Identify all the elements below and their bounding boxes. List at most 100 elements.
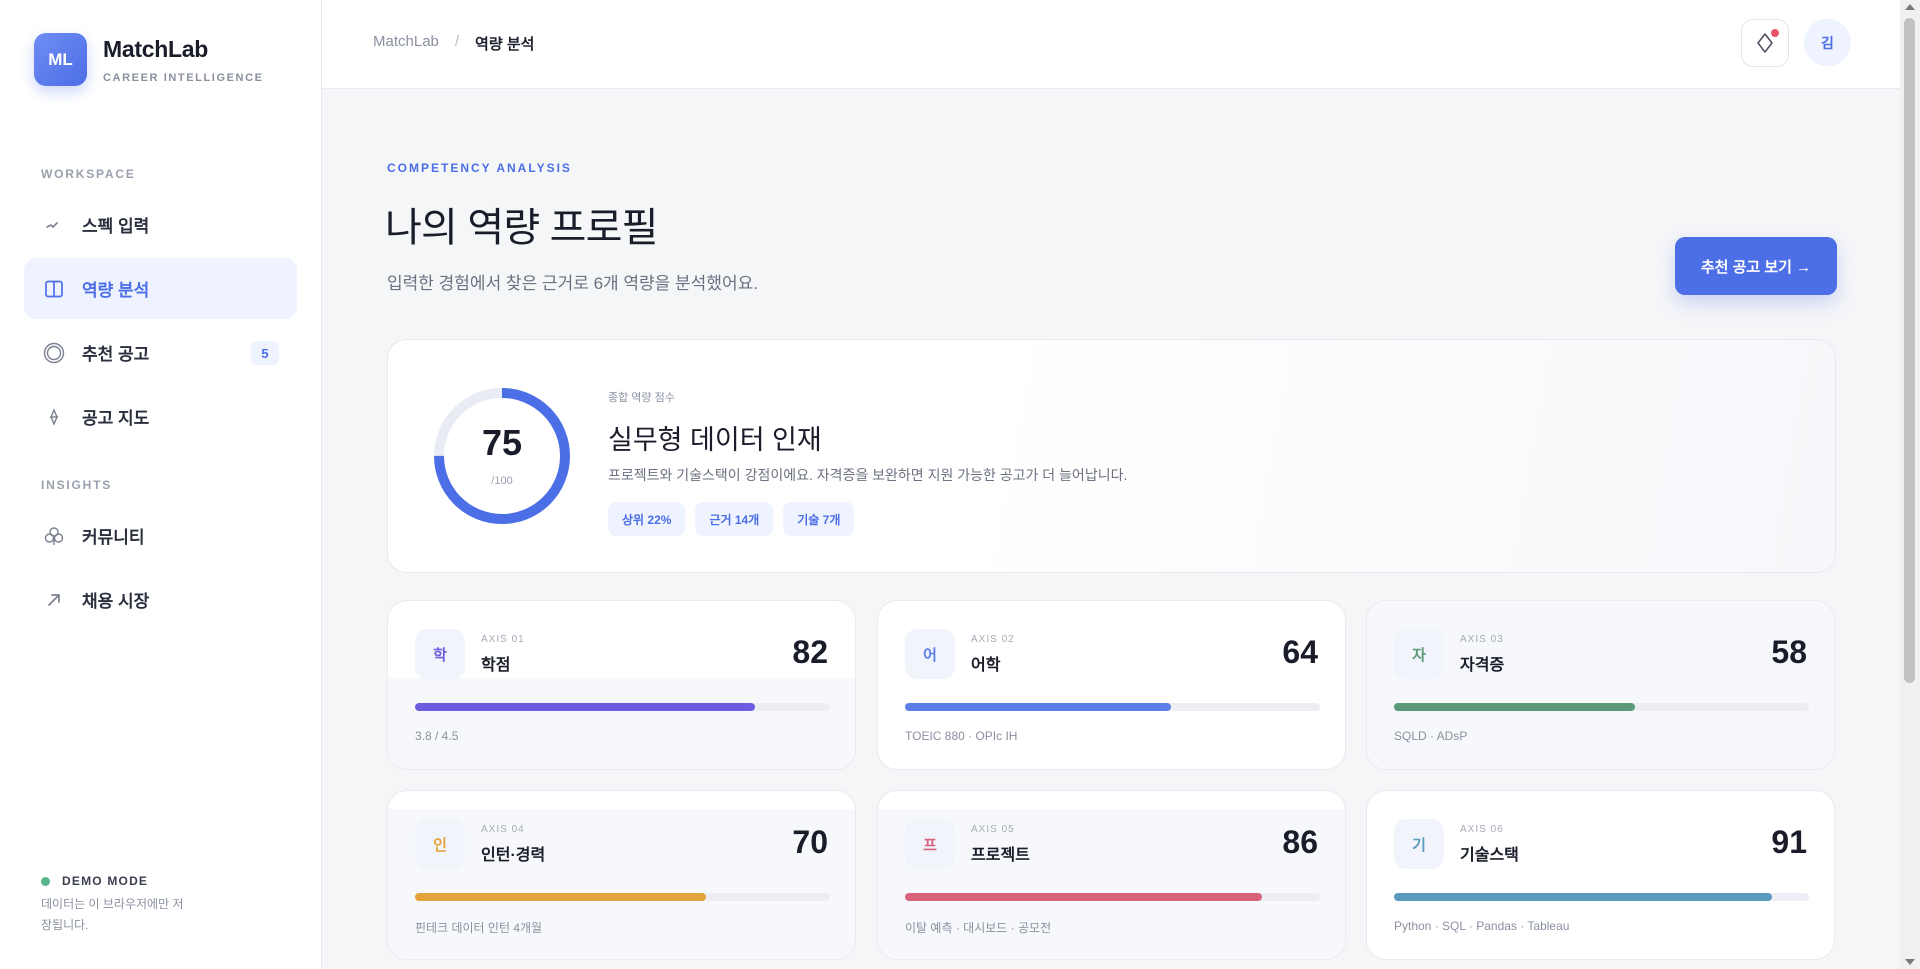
notification-button[interactable]: [1741, 19, 1789, 67]
breadcrumb: MatchLab / 역량 분석: [373, 33, 534, 54]
axis-glyph: 자: [1394, 629, 1444, 679]
axis-score: 91: [1771, 824, 1807, 860]
axis-name: 어학: [971, 657, 1001, 674]
recommended-count-badge: 5: [251, 341, 279, 365]
sidebar-item-label: 추천 공고: [82, 345, 150, 364]
sidebar-item-job-map[interactable]: 공고 지도: [24, 386, 297, 447]
axis-glyph: 학: [415, 629, 465, 679]
notification-dot: [1771, 29, 1779, 37]
summary-chips: 상위 22% 근거 14개 기술 7개: [608, 502, 855, 536]
axis-note: Python · SQL · Pandas · Tableau: [1394, 919, 1570, 933]
axis-bar-fill: [1394, 893, 1772, 901]
axis-number: AXIS 02: [971, 634, 1015, 645]
axis-glyph: 어: [905, 629, 955, 679]
sidebar-item-community[interactable]: 커뮤니티: [24, 505, 297, 566]
breadcrumb-current: 역량 분석: [475, 36, 535, 53]
scroll-thumb[interactable]: [1904, 18, 1915, 683]
sidebar-item-label: 커뮤니티: [82, 528, 145, 547]
axis-score: 58: [1771, 634, 1807, 670]
avatar[interactable]: 김: [1804, 19, 1851, 66]
target-icon: [42, 341, 66, 365]
axis-card-internship[interactable]: 인 AXIS 04 인턴·경력 70 핀테크 데이터 인턴 4개월: [387, 790, 856, 960]
pulse-icon: [42, 213, 66, 237]
page-description: 입력한 경험에서 찾은 근거로 6개 역량을 분석했어요.: [387, 274, 758, 293]
axis-score: 86: [1282, 824, 1318, 860]
axis-bar-fill: [905, 703, 1171, 711]
brand-subtitle: CAREER INTELLIGENCE: [103, 71, 264, 84]
axis-note: TOEIC 880 · OPIc IH: [905, 729, 1018, 743]
scroll-up-arrow-icon[interactable]: [1905, 4, 1915, 10]
sidebar-item-job-market[interactable]: 채용 시장: [24, 569, 297, 630]
demo-mode-title: DEMO MODE: [41, 874, 191, 888]
axis-glyph: 인: [415, 819, 465, 869]
axis-number: AXIS 03: [1460, 634, 1504, 645]
demo-mode-notice: DEMO MODE 데이터는 이 브라우저에만 저장됩니다.: [41, 874, 191, 936]
axis-card-gpa[interactable]: 학 AXIS 01 학점 82 3.8 / 4.5: [387, 600, 856, 770]
axis-bar-track: [415, 893, 830, 901]
scroll-down-arrow-icon[interactable]: [1905, 959, 1915, 965]
section-label-insights: INSIGHTS: [41, 478, 113, 492]
axis-bar-track: [1394, 893, 1809, 901]
axis-bar-fill: [415, 703, 756, 711]
axis-name: 기술스택: [1460, 847, 1519, 864]
demo-mode-text: 데이터는 이 브라우저에만 저장됩니다.: [41, 897, 184, 932]
axis-glyph: 프: [905, 819, 955, 869]
status-dot-icon: [41, 876, 50, 886]
breadcrumb-root[interactable]: MatchLab: [373, 33, 439, 54]
columns-icon: [42, 277, 66, 301]
card-background: [388, 678, 855, 769]
axis-note: 핀테크 데이터 인턴 4개월: [415, 921, 543, 935]
page-scrollbar[interactable]: [1900, 0, 1920, 969]
summary-label: 종합 역량 점수: [608, 392, 675, 404]
chip-rank: 상위 22%: [608, 502, 686, 536]
overall-score: 75: [481, 422, 523, 463]
sidebar-item-label: 공고 지도: [82, 409, 150, 428]
sidebar-item-label: 채용 시장: [82, 592, 150, 611]
brand[interactable]: ML MatchLab CAREER INTELLIGENCE: [34, 33, 264, 86]
axis-card-certificate[interactable]: 자 AXIS 03 자격증 58 SQLD · ADsP: [1366, 600, 1835, 770]
axis-bar-track: [905, 893, 1320, 901]
axis-glyph: 기: [1394, 819, 1444, 869]
section-label-workspace: WORKSPACE: [41, 167, 136, 181]
axis-score: 70: [792, 824, 828, 860]
brand-name: MatchLab: [103, 35, 208, 62]
axis-number: AXIS 04: [481, 824, 525, 835]
axis-score: 64: [1282, 634, 1318, 670]
sidebar-item-label: 스펙 입력: [82, 217, 150, 236]
club-icon: [42, 524, 66, 548]
axis-note: SQLD · ADsP: [1394, 729, 1468, 743]
view-recommended-jobs-button[interactable]: 추천 공고 보기 →: [1675, 237, 1837, 295]
axis-bar-track: [415, 703, 830, 711]
axis-note: 이탈 예측 · 대시보드 · 공모전: [905, 921, 1052, 935]
axis-card-language[interactable]: 어 AXIS 02 어학 64 TOEIC 880 · OPIc IH: [877, 600, 1346, 770]
sidebar: ML MatchLab CAREER INTELLIGENCE WORKSPAC…: [0, 0, 322, 969]
page-title: 나의 역량 프로필: [385, 206, 658, 250]
axis-score: 82: [792, 634, 828, 670]
axis-name: 프로젝트: [971, 847, 1030, 864]
sidebar-item-spec-input[interactable]: 스펙 입력: [24, 194, 297, 255]
card-background: [1367, 601, 1834, 769]
axis-card-tech-stack[interactable]: 기 AXIS 06 기술스택 91 Python · SQL · Pandas …: [1366, 790, 1835, 960]
page-eyebrow: COMPETENCY ANALYSIS: [387, 161, 572, 175]
sidebar-item-recommended-jobs[interactable]: 추천 공고 5: [24, 322, 297, 383]
axis-note: 3.8 / 4.5: [415, 729, 459, 743]
demo-mode-label: DEMO MODE: [62, 874, 149, 888]
axis-number: AXIS 05: [971, 824, 1015, 835]
breadcrumb-separator: /: [454, 33, 460, 50]
sidebar-item-competency-analysis[interactable]: 역량 분석: [24, 258, 297, 319]
topbar: MatchLab / 역량 분석 김: [322, 0, 1900, 89]
axis-bar-fill: [415, 893, 706, 901]
axis-name: 자격증: [1460, 657, 1505, 674]
brand-logo: ML: [34, 33, 87, 86]
axis-card-project[interactable]: 프 AXIS 05 프로젝트 86 이탈 예측 · 대시보드 · 공모전: [877, 790, 1346, 960]
axis-number: AXIS 01: [481, 634, 525, 645]
axis-bar-track: [905, 703, 1320, 711]
axis-bar-fill: [1394, 703, 1635, 711]
overall-score-card: 75 /100 종합 역량 점수 실무형 데이터 인재 프로젝트와 기술스택이 …: [387, 339, 1836, 573]
sidebar-item-label: 역량 분석: [82, 281, 150, 300]
axis-bar-track: [1394, 703, 1809, 711]
overall-score-max: /100: [491, 475, 513, 487]
chip-skills: 기술 7개: [783, 502, 855, 536]
axis-number: AXIS 06: [1460, 824, 1504, 835]
axis-name: 인턴·경력: [481, 847, 546, 864]
